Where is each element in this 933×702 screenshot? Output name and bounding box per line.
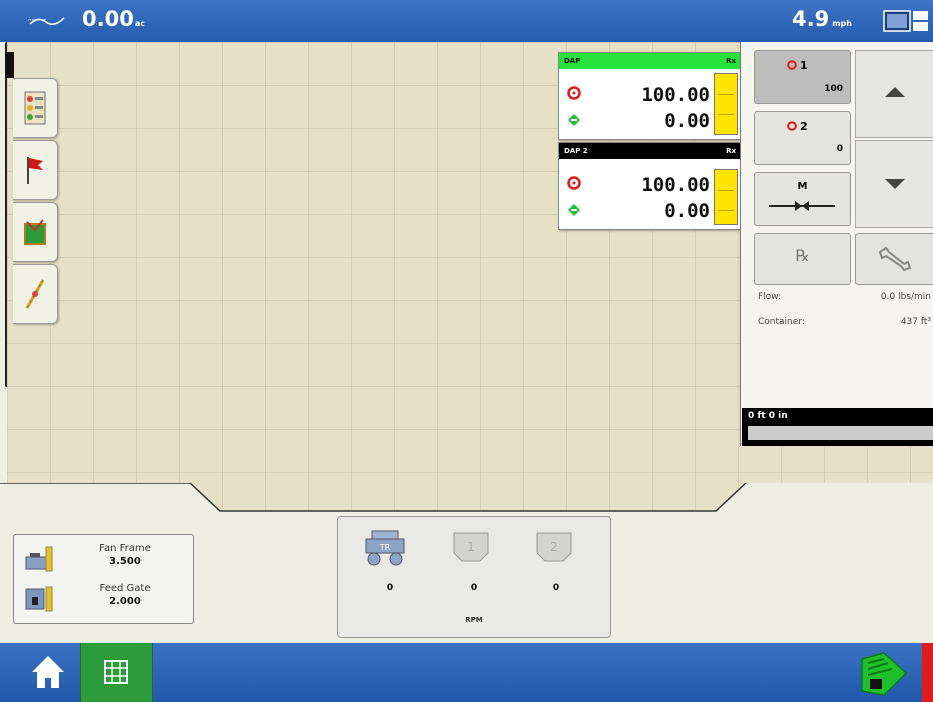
top-status-bar: ᵔᵔᵔᵔᵔ 0.00ac 4.9 mph bbox=[0, 0, 933, 42]
fan-label: 1 bbox=[467, 540, 475, 554]
rpm-value: 0 bbox=[386, 583, 394, 593]
section-1-button[interactable]: 1 100 bbox=[754, 50, 851, 104]
target-rate-row[interactable]: 100.00 bbox=[559, 173, 714, 196]
map-layer-button[interactable] bbox=[13, 202, 58, 262]
product-panel-dap-2[interactable]: DAP 2 Rx 100.00 0.00 bbox=[558, 142, 742, 230]
target-rate-row[interactable]: 100.00 bbox=[559, 83, 714, 106]
flag-icon bbox=[27, 157, 43, 184]
arrow-up-icon bbox=[885, 87, 905, 97]
target-rate-icon bbox=[787, 60, 797, 70]
rx-tag: Rx bbox=[726, 57, 736, 65]
arrow-down-icon bbox=[885, 179, 905, 189]
area-unit: ac bbox=[134, 19, 145, 28]
map-layer-icon bbox=[24, 219, 46, 245]
acres-icon: ᵔᵔᵔᵔᵔ bbox=[28, 17, 65, 28]
fan-label: 2 bbox=[550, 540, 558, 554]
section-label: 2 bbox=[800, 120, 808, 133]
valve-icon bbox=[769, 201, 835, 211]
actual-rate-value: 0.00 bbox=[664, 110, 710, 132]
prescription-button[interactable]: ℞ bbox=[754, 233, 851, 285]
rpm-value: 0 bbox=[552, 583, 560, 593]
flow-value: 0.0 lbs/min bbox=[880, 292, 931, 302]
target-rate-icon bbox=[567, 86, 581, 100]
checklist-icon bbox=[24, 91, 46, 125]
scroll-up-button[interactable] bbox=[855, 50, 933, 138]
bottom-navigation-bar bbox=[0, 643, 933, 702]
section-rate: 100 bbox=[824, 84, 843, 94]
rx-tag: Rx bbox=[726, 147, 736, 155]
guidance-button[interactable] bbox=[13, 264, 58, 324]
speed-value: 4.9 bbox=[792, 7, 830, 31]
alert-strip bbox=[922, 643, 933, 702]
flow-label: Flow: bbox=[758, 292, 782, 302]
rpm-panel[interactable]: TR 1 2 0 0 0 RPM bbox=[337, 516, 611, 638]
manual-label: M bbox=[797, 181, 808, 192]
side-toolbar-handle[interactable] bbox=[5, 42, 13, 387]
fan-frame-feed-gate-panel[interactable]: Fan Frame 3.500 Feed Gate 2.000 bbox=[13, 534, 194, 624]
actual-rate-icon bbox=[568, 114, 580, 126]
target-rate-icon bbox=[787, 121, 797, 131]
area-readout[interactable]: 0.00ac bbox=[82, 7, 145, 31]
section-2-button[interactable]: 2 0 bbox=[754, 111, 851, 165]
grid-icon bbox=[104, 660, 128, 684]
depth-label: 0 ft 0 in bbox=[748, 411, 788, 421]
home-icon[interactable] bbox=[28, 652, 68, 692]
product-name: DAP 2 bbox=[564, 147, 588, 155]
speed-unit: mph bbox=[832, 19, 852, 28]
feed-gate-label: Feed Gate bbox=[99, 583, 151, 594]
section-rate: 0 bbox=[836, 144, 843, 154]
target-rate-value: 100.00 bbox=[641, 174, 710, 196]
fan-1-icon: 1 bbox=[453, 532, 489, 562]
manual-mode-button[interactable]: M bbox=[754, 172, 851, 226]
field-operation-icon[interactable] bbox=[858, 651, 910, 697]
rpm-value: 0 bbox=[470, 583, 478, 593]
container-label: Container: bbox=[758, 317, 805, 327]
depth-gauge[interactable]: 0 ft 0 in bbox=[742, 408, 933, 446]
side-toolbar-cap bbox=[5, 52, 14, 78]
product-panel-dap[interactable]: DAP Rx 100.00 0.00 bbox=[558, 52, 742, 140]
fan-frame-label: Fan Frame bbox=[99, 543, 151, 554]
fan-frame-value: 3.500 bbox=[109, 556, 141, 567]
checklist-button[interactable] bbox=[13, 78, 58, 138]
target-rate-value: 100.00 bbox=[641, 84, 710, 106]
guidance-icon bbox=[25, 279, 45, 309]
actual-rate-row: 0.00 bbox=[559, 109, 714, 132]
scroll-down-button[interactable] bbox=[855, 140, 933, 228]
product-name: DAP bbox=[564, 57, 581, 65]
drive-motor-icon: TR bbox=[365, 530, 405, 566]
flag-button[interactable] bbox=[13, 140, 58, 200]
fan-frame-icon bbox=[25, 546, 53, 572]
map-footer-shape bbox=[0, 483, 933, 515]
rate-bar bbox=[714, 73, 738, 135]
container-value: 437 ft³ bbox=[900, 317, 931, 327]
target-rate-icon bbox=[567, 176, 581, 190]
display-toggle-icon[interactable] bbox=[883, 10, 929, 32]
map-view-button[interactable] bbox=[80, 643, 153, 702]
actual-rate-value: 0.00 bbox=[664, 200, 710, 222]
feed-gate-value: 2.000 bbox=[109, 596, 141, 607]
product-header: DAP Rx bbox=[559, 53, 741, 69]
fan-2-icon: 2 bbox=[536, 532, 572, 562]
area-value: 0.00 bbox=[82, 7, 134, 31]
setup-button[interactable] bbox=[855, 233, 933, 285]
section-label: 1 bbox=[800, 59, 808, 72]
depth-bar bbox=[748, 426, 933, 440]
wrench-icon bbox=[878, 246, 912, 272]
feed-gate-icon bbox=[25, 586, 53, 612]
product-header: DAP 2 Rx bbox=[559, 143, 741, 159]
actual-rate-icon bbox=[568, 204, 580, 216]
actual-rate-row: 0.00 bbox=[559, 199, 714, 222]
rpm-unit: RPM bbox=[465, 616, 483, 624]
speed-readout[interactable]: 4.9 mph bbox=[792, 7, 852, 31]
rx-label: ℞ bbox=[795, 246, 810, 265]
drive-label: TR bbox=[379, 543, 391, 552]
rate-bar bbox=[714, 169, 738, 225]
